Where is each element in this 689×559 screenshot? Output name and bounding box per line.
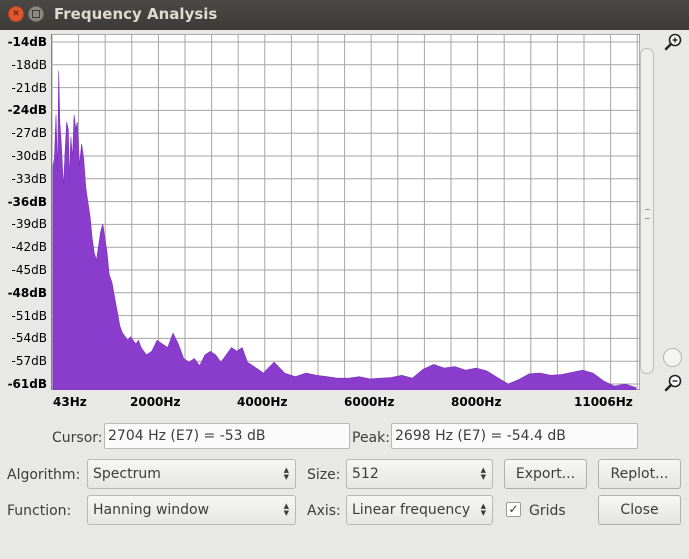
peak-readout: 2698 Hz (E7) = -54.4 dB — [391, 423, 638, 449]
y-tick-label: -39dB — [11, 217, 47, 232]
y-tick-label: -24dB — [7, 103, 47, 118]
y-tick-label: -33dB — [11, 171, 47, 186]
updown-arrows-icon: ▲ ▼ — [283, 502, 289, 517]
x-tick-label: 43Hz — [53, 395, 87, 409]
algorithm-label: Algorithm: — [7, 467, 81, 483]
axis-select[interactable]: Linear frequency ▲ ▼ — [346, 495, 493, 525]
y-tick-label: -36dB — [7, 194, 47, 209]
size-select[interactable]: 512 ▲ ▼ — [346, 459, 493, 489]
x-tick-label: 6000Hz — [344, 395, 395, 409]
zoom-in-icon[interactable] — [664, 32, 684, 52]
y-tick-label: -61dB — [7, 377, 47, 391]
y-tick-label: -42dB — [11, 240, 47, 255]
updown-arrows-icon: ▲ ▼ — [480, 466, 486, 481]
y-tick-label: -57dB — [11, 354, 47, 369]
y-tick-label: -27dB — [11, 126, 47, 141]
close-button[interactable]: Close — [598, 495, 681, 525]
x-tick-label: 11006Hz — [574, 395, 633, 409]
x-tick-label: 8000Hz — [451, 395, 502, 409]
slider-grip — [645, 209, 650, 219]
x-tick-label: 2000Hz — [130, 395, 181, 409]
function-value: Hanning window — [93, 502, 210, 518]
y-tick-label: -48dB — [7, 285, 47, 300]
y-tick-label: -30dB — [11, 149, 47, 163]
y-tick-label: -54dB — [11, 331, 47, 346]
window-minimize-button[interactable] — [28, 6, 44, 22]
axis-value: Linear frequency — [352, 502, 471, 518]
zoom-out-icon[interactable] — [664, 373, 684, 393]
y-tick-label: -21dB — [11, 80, 47, 95]
size-value: 512 — [352, 466, 379, 482]
export-button[interactable]: Export... — [504, 459, 587, 489]
grids-label: Grids — [529, 503, 566, 519]
updown-arrows-icon: ▲ ▼ — [480, 502, 486, 517]
algorithm-value: Spectrum — [93, 466, 161, 482]
y-tick-label: -51dB — [11, 308, 47, 323]
y-tick-label: -45dB — [11, 263, 47, 277]
window-title: Frequency Analysis — [54, 5, 218, 23]
window-close-button[interactable] — [8, 6, 24, 22]
size-label: Size: — [307, 467, 341, 483]
grids-checkbox[interactable]: ✓ — [506, 502, 521, 517]
updown-arrows-icon: ▲ ▼ — [283, 466, 289, 481]
function-label: Function: — [7, 503, 72, 519]
title-bar: Frequency Analysis — [0, 0, 689, 30]
cursor-label: Cursor: — [52, 430, 103, 446]
algorithm-select[interactable]: Spectrum ▲ ▼ — [87, 459, 296, 489]
x-tick-label: 4000Hz — [237, 395, 288, 409]
vertical-zoom-slider[interactable] — [640, 48, 654, 374]
y-tick-label: -18dB — [11, 57, 47, 72]
y-tick-label: -14dB — [7, 35, 47, 49]
peak-label: Peak: — [352, 430, 390, 446]
slider-knob[interactable] — [663, 348, 682, 367]
cursor-readout: 2704 Hz (E7) = -53 dB — [104, 423, 350, 449]
spectrum-plot[interactable] — [51, 34, 640, 390]
replot-button[interactable]: Replot... — [598, 459, 681, 489]
axis-label: Axis: — [307, 503, 341, 519]
function-select[interactable]: Hanning window ▲ ▼ — [87, 495, 296, 525]
